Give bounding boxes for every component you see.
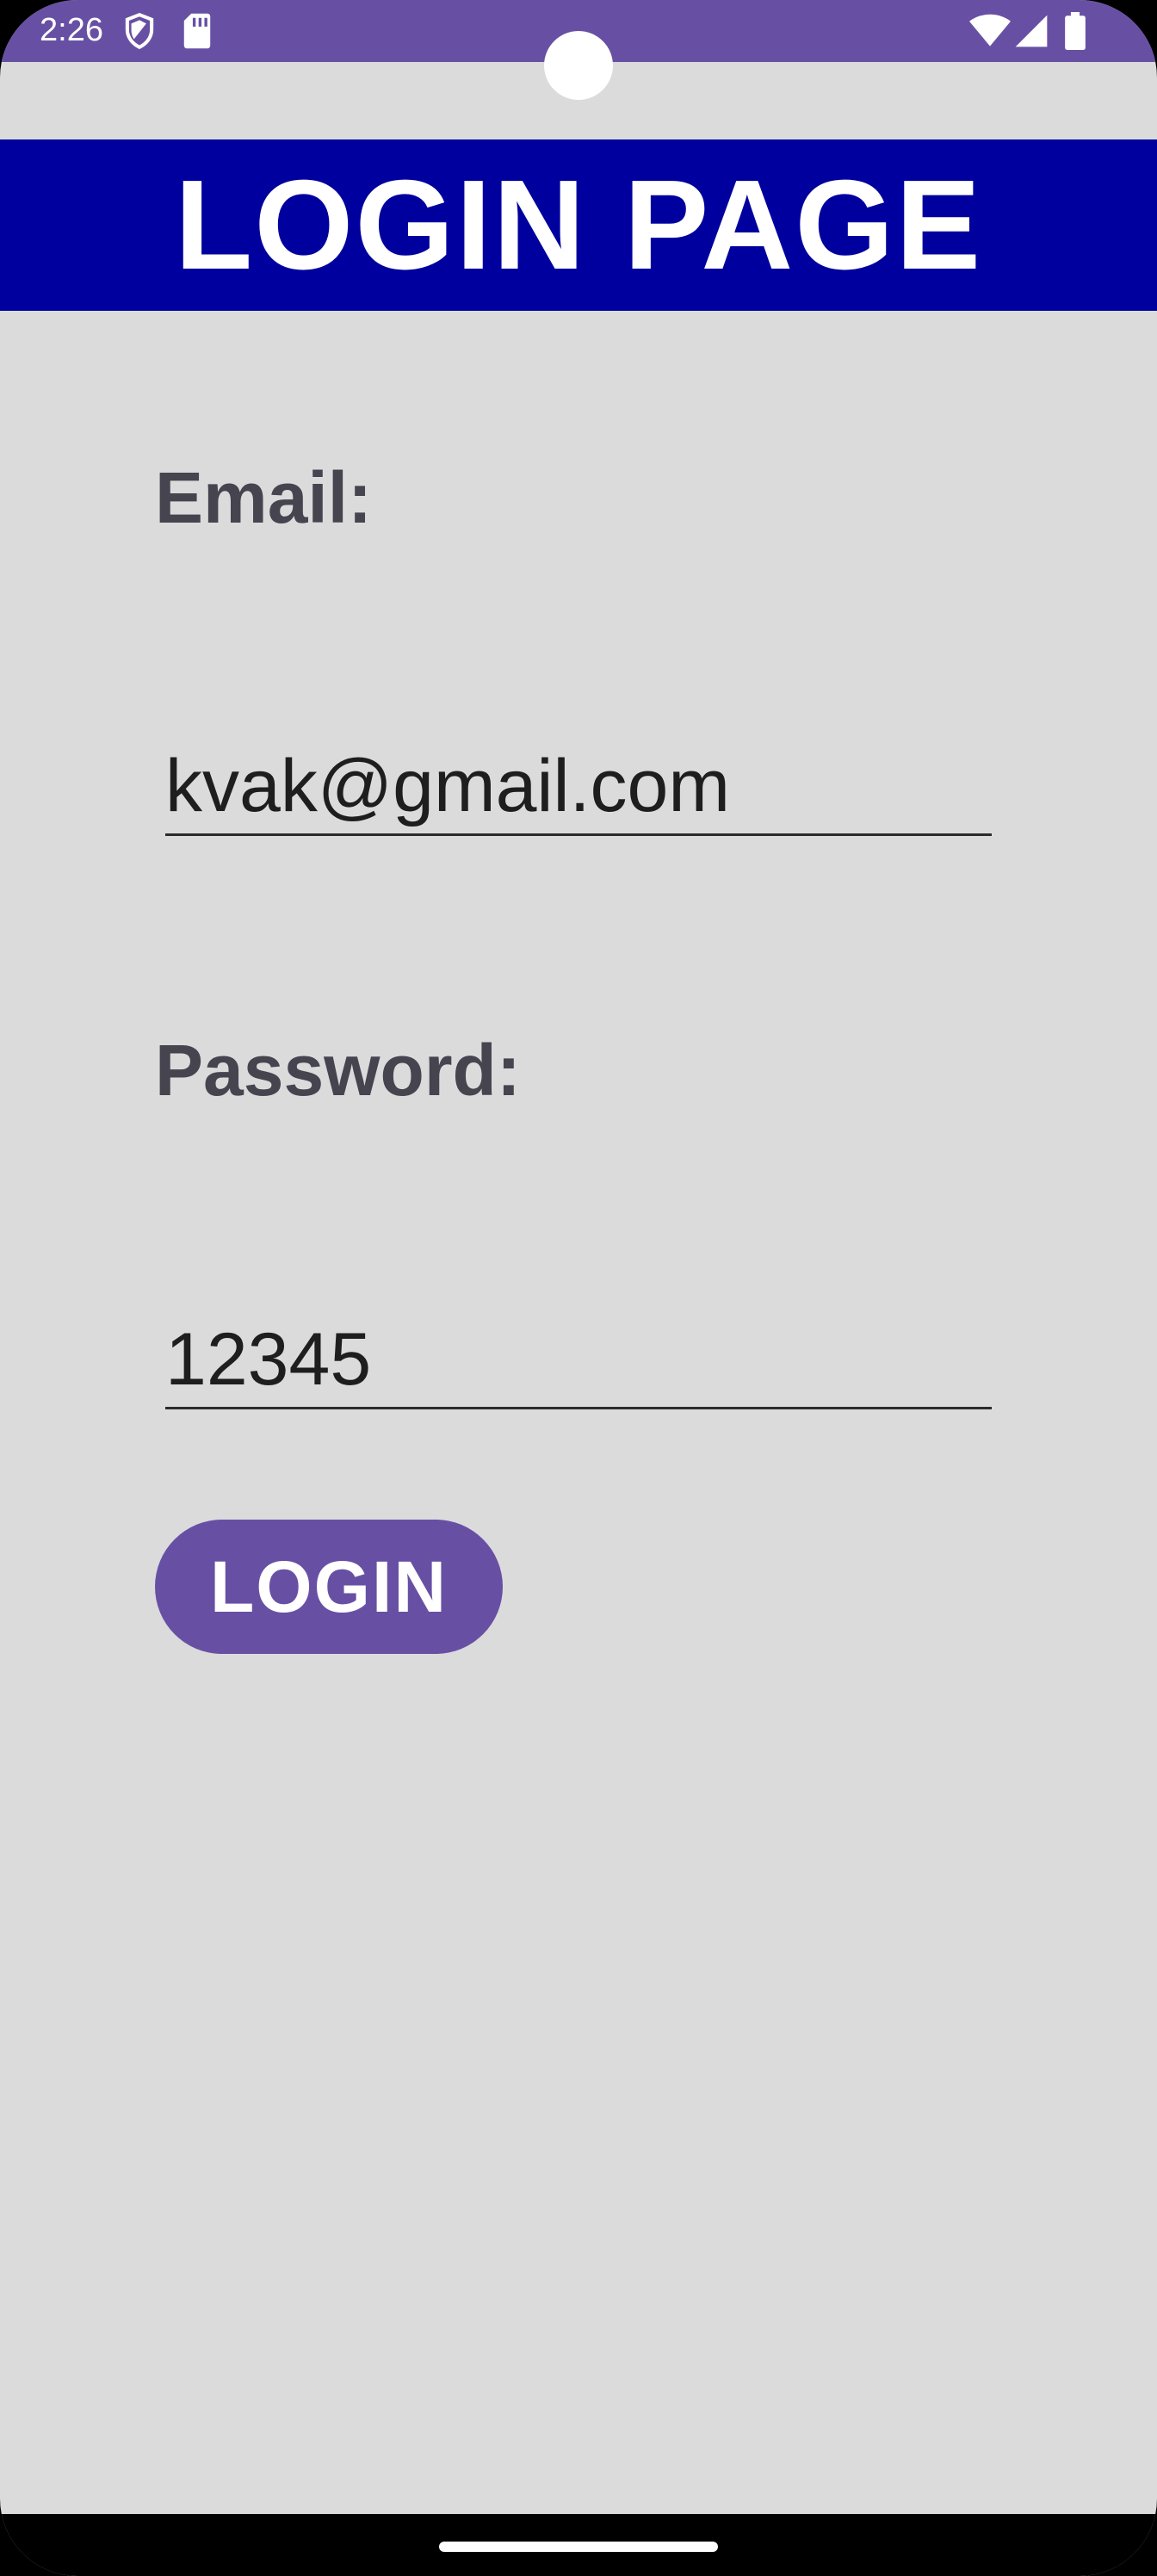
battery-icon <box>1065 12 1086 50</box>
page-title: LOGIN PAGE <box>174 153 983 296</box>
status-time: 2:26 <box>40 12 103 48</box>
email-label: Email: <box>155 457 373 538</box>
sd-card-icon <box>183 13 211 49</box>
gesture-handle[interactable] <box>439 2542 718 2552</box>
password-label: Password: <box>155 1030 521 1111</box>
cell-signal-icon <box>1015 15 1048 47</box>
shield-icon <box>125 12 154 50</box>
password-field[interactable] <box>165 1312 992 1409</box>
wifi-icon <box>969 14 1011 46</box>
title-banner: LOGIN PAGE <box>0 139 1157 311</box>
login-button[interactable]: LOGIN <box>155 1520 503 1654</box>
email-field[interactable] <box>165 739 992 836</box>
app-screen: 2:26 LOGIN PAGE Email: Password: <box>0 0 1157 2576</box>
camera-cutout <box>544 31 613 100</box>
